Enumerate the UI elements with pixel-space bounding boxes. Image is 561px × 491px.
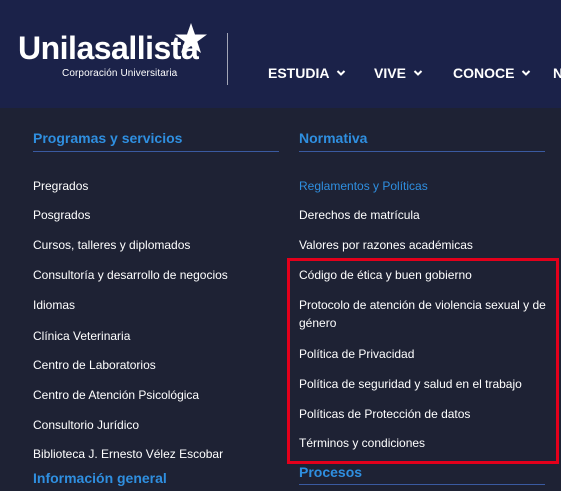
procesos-divider bbox=[299, 484, 545, 485]
nav-conoce[interactable]: CONOCE bbox=[453, 62, 532, 84]
nav-label: VIVE bbox=[374, 65, 406, 81]
menu-link-clinica[interactable]: Clínica Veterinaria bbox=[33, 327, 130, 345]
normativa-title: Normativa bbox=[299, 130, 368, 146]
nav-label: CONOCE bbox=[453, 65, 515, 81]
nav-label: ESTUDIA bbox=[268, 65, 330, 81]
menu-link-psicologica[interactable]: Centro de Atención Psicológica bbox=[33, 386, 199, 404]
menu-link-valores[interactable]: Valores por razones académicas bbox=[299, 236, 473, 254]
menu-link-cursos[interactable]: Cursos, talleres y diplomados bbox=[33, 236, 190, 254]
normativa-divider bbox=[299, 151, 545, 152]
chevron-down-icon bbox=[337, 70, 346, 76]
chevron-down-icon bbox=[413, 70, 423, 76]
menu-link-idiomas[interactable]: Idiomas bbox=[33, 296, 75, 314]
site-header: Unilasallista Corporación Universitaria … bbox=[0, 0, 561, 108]
menu-link-derechos-matricula[interactable]: Derechos de matrícula bbox=[299, 206, 420, 224]
menu-link-juridico[interactable]: Consultorio Jurídico bbox=[33, 416, 139, 434]
nav-estudia[interactable]: ESTUDIA bbox=[268, 62, 347, 84]
menu-link-biblioteca[interactable]: Biblioteca J. Ernesto Vélez Escobar bbox=[33, 445, 223, 463]
star-icon bbox=[175, 23, 207, 53]
procesos-title: Procesos bbox=[299, 464, 363, 480]
highlight-box bbox=[287, 258, 559, 464]
nav-label: N bbox=[553, 65, 561, 81]
logo-divider bbox=[227, 33, 228, 85]
nav-vive[interactable]: VIVE bbox=[374, 62, 424, 84]
brand-name: Unilasallista bbox=[18, 30, 199, 66]
chevron-down-icon bbox=[522, 70, 531, 76]
menu-link-pregrados[interactable]: Pregrados bbox=[33, 177, 88, 195]
menu-link-consultoria[interactable]: Consultoría y desarrollo de negocios bbox=[33, 266, 228, 284]
menu-link-reglamentos[interactable]: Reglamentos y Políticas bbox=[299, 177, 428, 195]
nav-truncated[interactable]: N bbox=[553, 62, 561, 84]
programas-divider bbox=[33, 151, 279, 152]
brand-logo[interactable]: Unilasallista Corporación Universitaria bbox=[18, 20, 218, 80]
informacion-title: Información general bbox=[33, 470, 167, 486]
menu-link-posgrados[interactable]: Posgrados bbox=[33, 206, 90, 224]
brand-subtitle: Corporación Universitaria bbox=[62, 68, 178, 79]
menu-link-laboratorios[interactable]: Centro de Laboratorios bbox=[33, 356, 156, 374]
programas-title: Programas y servicios bbox=[33, 130, 183, 146]
